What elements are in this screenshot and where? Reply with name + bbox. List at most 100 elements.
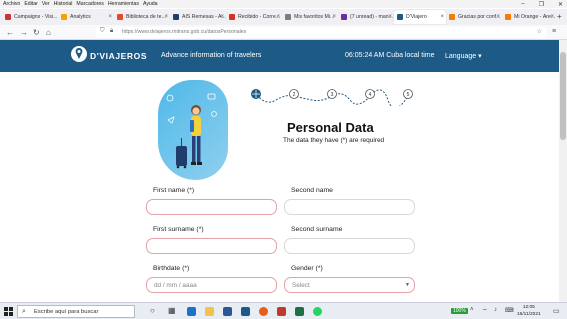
bookmark-star-icon[interactable]: ☆ xyxy=(537,28,542,35)
tab-label: D'Viajero xyxy=(406,14,427,20)
tab-label: Mi Orange - Áre... xyxy=(514,14,556,20)
close-tab-icon[interactable]: × xyxy=(164,14,168,20)
close-tab-icon[interactable]: × xyxy=(332,14,336,20)
tab-favoritos[interactable]: Mis favoritos Mi... × xyxy=(282,10,338,24)
maximize-icon[interactable]: ❐ xyxy=(539,1,544,8)
tab-dviajero[interactable]: D'Viajero × xyxy=(394,10,446,24)
logo-text[interactable]: D'VIAJEROS xyxy=(90,51,147,61)
menu-herramientas[interactable]: Herramientas xyxy=(108,1,139,7)
traveler-illustration xyxy=(158,80,228,180)
tab-label: Gracias por conf... xyxy=(458,14,501,20)
menu-icon[interactable]: ≡ xyxy=(552,28,556,35)
first-surname-input[interactable] xyxy=(146,238,277,254)
step-2-label: 2 xyxy=(293,92,296,98)
tab-bar: Campaigns - Visi... Analytics × Bibliote… xyxy=(0,9,567,25)
close-tab-icon[interactable]: × xyxy=(440,14,444,20)
close-tab-icon[interactable]: × xyxy=(496,14,500,20)
tab-favicon xyxy=(173,14,179,20)
battery-indicator[interactable]: 100% xyxy=(451,308,468,314)
tab-label: Biblioteca de te... xyxy=(126,14,166,20)
new-tab-icon[interactable]: + xyxy=(557,12,562,21)
home-icon[interactable]: ⌂ xyxy=(46,28,51,37)
acrobat-icon[interactable] xyxy=(277,307,286,316)
tray-clock[interactable]: 12:05 16/11/2021 xyxy=(517,305,541,318)
file-explorer-icon[interactable] xyxy=(205,307,214,316)
page-title: Personal Data xyxy=(287,120,374,135)
page-scrollbar[interactable] xyxy=(559,40,567,302)
birthdate-placeholder: dd / mm / aaaa xyxy=(154,281,197,289)
close-tab-icon[interactable]: × xyxy=(388,14,392,20)
reload-icon[interactable]: ↻ xyxy=(33,28,40,37)
lock-icon[interactable]: 🔒︎ xyxy=(110,28,113,35)
tab-favicon xyxy=(397,14,403,20)
network-icon[interactable]: ⌔ xyxy=(482,307,488,315)
birthdate-input[interactable]: dd / mm / aaaa xyxy=(146,277,277,293)
menu-ver[interactable]: Ver xyxy=(42,1,50,7)
taskbar-search-placeholder: Escribe aquí para buscar xyxy=(34,308,99,315)
second-name-input[interactable] xyxy=(284,199,415,215)
word-icon[interactable] xyxy=(223,307,232,316)
language-dropdown[interactable]: Language ▾ xyxy=(445,52,482,60)
gender-selected-value: Select xyxy=(292,281,310,289)
header-tagline: Advance information of travelers xyxy=(161,52,262,59)
second-name-label: Second name xyxy=(291,187,333,194)
first-name-label: First name (*) xyxy=(153,187,195,194)
menu-archivo[interactable]: Archivo xyxy=(3,1,20,7)
minimize-icon[interactable]: – xyxy=(521,1,524,7)
tab-label: AIS Remesas - A... xyxy=(182,14,226,20)
chevron-down-icon: ▼ xyxy=(405,282,410,288)
tab-ais-remesas[interactable]: AIS Remesas - A... × xyxy=(170,10,226,24)
first-surname-label: First surname (*) xyxy=(153,226,204,233)
close-window-icon[interactable]: ✕ xyxy=(558,1,563,8)
menu-historial[interactable]: Historial xyxy=(54,1,73,7)
shield-icon[interactable]: ⛉ xyxy=(100,28,105,35)
address-bar[interactable]: ⛉ 🔒︎ https://www.dviajeros.mitrans.gob.c… xyxy=(96,27,546,38)
gender-select[interactable]: Select ▼ xyxy=(284,277,415,293)
forward-icon[interactable]: → xyxy=(20,28,28,37)
menu-marcadores[interactable]: Marcadores xyxy=(76,1,103,7)
tab-recibido[interactable]: Recibido - Corre... × xyxy=(226,10,282,24)
outlook-icon[interactable] xyxy=(241,307,250,316)
volume-icon[interactable]: ♪ xyxy=(494,307,497,313)
first-name-input[interactable] xyxy=(146,199,277,215)
tray-chevron-icon[interactable]: ˄ xyxy=(470,307,474,313)
close-tab-icon[interactable]: × xyxy=(108,14,112,20)
firefox-icon[interactable] xyxy=(259,307,268,316)
tab-orange[interactable]: Mi Orange - Áre... × xyxy=(502,10,556,24)
tab-analytics[interactable]: Analytics × xyxy=(58,10,114,24)
tray-date: 16/11/2021 xyxy=(517,311,541,317)
menu-editar[interactable]: Editar xyxy=(24,1,38,7)
close-tab-icon[interactable]: × xyxy=(220,14,224,20)
menu-ayuda[interactable]: Ayuda xyxy=(143,1,158,7)
task-view-icon[interactable]: ○ xyxy=(150,306,155,315)
nav-bar: ← → ↻ ⌂ ⛉ 🔒︎ https://www.dviajeros.mitra… xyxy=(0,25,567,40)
second-surname-label: Second surname xyxy=(291,226,343,233)
step-3-label: 3 xyxy=(331,92,334,98)
tab-favicon xyxy=(5,14,11,20)
excel-icon[interactable] xyxy=(295,307,304,316)
notifications-icon[interactable]: ▭ xyxy=(553,307,560,315)
tab-unread[interactable]: (7 unread) - man... × xyxy=(338,10,394,24)
close-tab-icon[interactable]: × xyxy=(276,14,280,20)
search-icon: ⌕ xyxy=(22,308,26,315)
second-surname-input[interactable] xyxy=(284,238,415,254)
tab-gracias[interactable]: Gracias por conf... × xyxy=(446,10,502,24)
tab-label: (7 unread) - man... xyxy=(350,14,393,20)
edge-icon[interactable] xyxy=(187,307,196,316)
tab-biblioteca[interactable]: Biblioteca de te... × xyxy=(114,10,170,24)
logo-icon[interactable] xyxy=(71,46,87,62)
tab-favicon xyxy=(61,14,67,20)
keyboard-icon[interactable]: ⌨ xyxy=(505,307,514,314)
menu-bar: Archivo Editar Ver Historial Marcadores … xyxy=(0,0,567,8)
tab-favicon xyxy=(341,14,347,20)
tab-campaigns[interactable]: Campaigns - Visi... xyxy=(2,10,58,24)
whatsapp-icon[interactable] xyxy=(313,307,322,316)
windows-start-icon[interactable] xyxy=(4,307,13,316)
site-header: D'VIAJEROS Advance information of travel… xyxy=(0,40,559,72)
scroll-thumb[interactable] xyxy=(560,52,566,140)
url-text: https://www.dviajeros.mitrans.gob.cu/dat… xyxy=(122,29,247,35)
back-icon[interactable]: ← xyxy=(6,28,14,37)
close-tab-icon[interactable]: × xyxy=(550,14,554,20)
widgets-icon[interactable]: ▦ xyxy=(168,306,176,315)
taskbar-search[interactable]: ⌕ Escribe aquí para buscar xyxy=(17,305,135,318)
